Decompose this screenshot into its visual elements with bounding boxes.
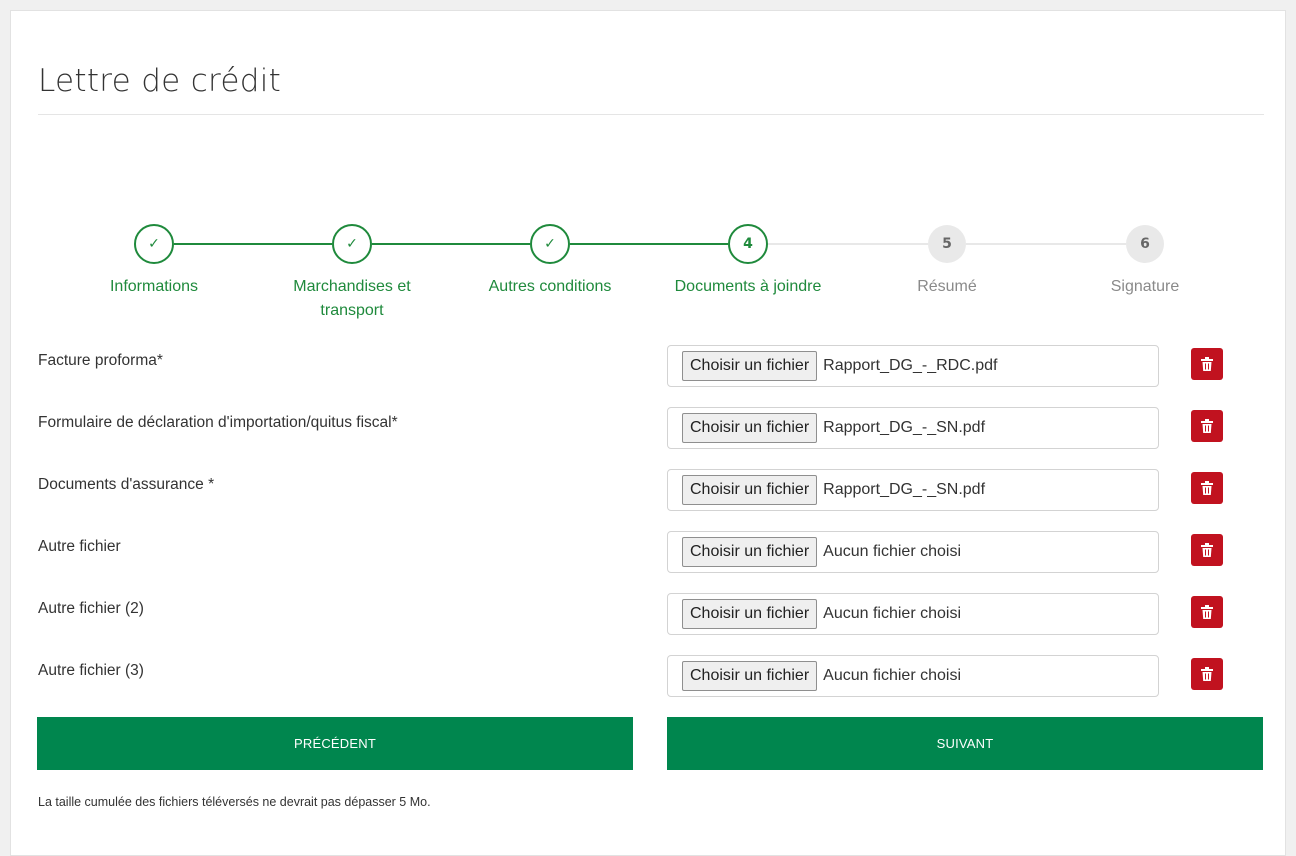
- step-6-marker: 6: [1126, 225, 1164, 263]
- document-label: Autre fichier: [38, 538, 121, 555]
- stepper-connector: [570, 243, 728, 245]
- previous-button[interactable]: PRÉCÉDENT: [37, 717, 633, 770]
- trash-icon: [1201, 605, 1213, 619]
- step-1-check-icon: ✓: [134, 224, 174, 264]
- file-input[interactable]: Choisir un fichier Aucun fichier choisi: [667, 593, 1159, 635]
- delete-file-button[interactable]: [1191, 658, 1223, 690]
- file-name: Rapport_DG_-_SN.pdf: [823, 481, 986, 498]
- file-input[interactable]: Choisir un fichier Rapport_DG_-_RDC.pdf: [667, 345, 1159, 387]
- file-input[interactable]: Choisir un fichier Rapport_DG_-_SN.pdf: [667, 407, 1159, 449]
- file-name: Aucun fichier choisi: [823, 605, 961, 622]
- trash-icon: [1201, 667, 1213, 681]
- delete-file-button[interactable]: [1191, 410, 1223, 442]
- stepper-connector: [768, 243, 928, 245]
- trash-icon: [1201, 419, 1213, 433]
- stepper-connector: [372, 243, 530, 245]
- step-3-check-icon: ✓: [530, 224, 570, 264]
- step-5-label: Résumé: [917, 278, 977, 295]
- stepper-connector: [174, 243, 332, 245]
- choose-file-button[interactable]: Choisir un fichier: [682, 475, 818, 505]
- upload-size-note: La taille cumulée des fichiers téléversé…: [38, 795, 431, 809]
- file-name: Rapport_DG_-_SN.pdf: [823, 419, 986, 436]
- delete-file-button[interactable]: [1191, 596, 1223, 628]
- step-4-marker: 4: [728, 224, 768, 264]
- file-name: Rapport_DG_-_RDC.pdf: [823, 357, 998, 374]
- trash-icon: [1201, 543, 1213, 557]
- document-label: Formulaire de déclaration d'importation/…: [38, 414, 398, 431]
- document-label: Autre fichier (3): [38, 662, 144, 679]
- trash-icon: [1201, 481, 1213, 495]
- step-3-label: Autres conditions: [488, 278, 612, 295]
- step-6-label: Signature: [1110, 278, 1180, 295]
- choose-file-button[interactable]: Choisir un fichier: [682, 599, 818, 629]
- file-input[interactable]: Choisir un fichier Aucun fichier choisi: [667, 531, 1159, 573]
- document-label: Documents d'assurance *: [38, 476, 215, 493]
- file-name: Aucun fichier choisi: [823, 543, 961, 560]
- progress-stepper: ✓ Informations ✓ Marchandises et transpo…: [11, 11, 1287, 331]
- next-button[interactable]: SUIVANT: [667, 717, 1263, 770]
- choose-file-button[interactable]: Choisir un fichier: [682, 351, 818, 381]
- file-name: Aucun fichier choisi: [823, 667, 961, 684]
- step-5-marker: 5: [928, 225, 966, 263]
- choose-file-button[interactable]: Choisir un fichier: [682, 413, 818, 443]
- file-input[interactable]: Choisir un fichier Aucun fichier choisi: [667, 655, 1159, 697]
- step-2-label: Marchandises et transport: [293, 278, 411, 319]
- document-label: Autre fichier (2): [38, 600, 144, 617]
- step-4-label: Documents à joindre: [674, 278, 822, 295]
- choose-file-button[interactable]: Choisir un fichier: [682, 661, 818, 691]
- delete-file-button[interactable]: [1191, 348, 1223, 380]
- delete-file-button[interactable]: [1191, 534, 1223, 566]
- stepper-connector: [966, 243, 1126, 245]
- trash-icon: [1201, 357, 1213, 371]
- form-card: Lettre de crédit ✓ Informations ✓ Marcha…: [10, 10, 1286, 856]
- document-label: Facture proforma*: [38, 352, 163, 369]
- delete-file-button[interactable]: [1191, 472, 1223, 504]
- step-2-check-icon: ✓: [332, 224, 372, 264]
- step-1-label: Informations: [109, 278, 199, 295]
- file-input[interactable]: Choisir un fichier Rapport_DG_-_SN.pdf: [667, 469, 1159, 511]
- choose-file-button[interactable]: Choisir un fichier: [682, 537, 818, 567]
